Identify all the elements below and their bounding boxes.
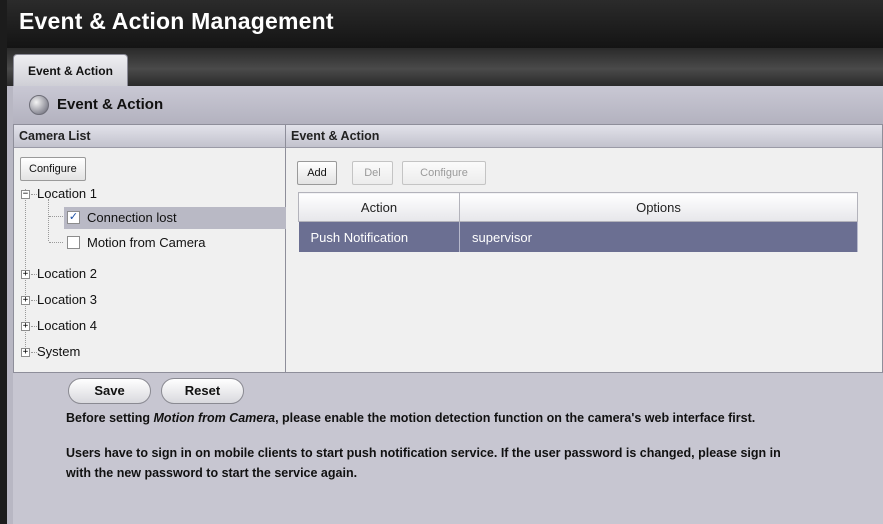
main-content: Event & Action Camera List Configure − L… (13, 86, 883, 524)
expand-icon[interactable]: + (21, 348, 30, 357)
action-configure-button[interactable]: Configure (402, 161, 486, 185)
app-window: Event & Action Management Event & Action… (7, 0, 883, 524)
table-cell-action: Push Notification (298, 221, 460, 252)
section-header: Event & Action (13, 86, 883, 124)
push-note-line-2: with the new password to start the servi… (66, 466, 358, 480)
column-header-action[interactable]: Action (298, 192, 460, 222)
tree-item-motion-from-camera[interactable]: Motion from Camera (87, 233, 205, 253)
save-button[interactable]: Save (68, 378, 151, 404)
collapse-icon[interactable]: − (21, 190, 30, 199)
connection-lost-checkbox[interactable]: ✓ (67, 211, 80, 224)
delete-button[interactable]: Del (352, 161, 393, 185)
table-header-row: Action Options (298, 192, 858, 222)
expand-icon[interactable]: + (21, 270, 30, 279)
tab-strip: Event & Action (7, 48, 883, 86)
motion-note-suffix: , please enable the motion detection fun… (275, 411, 756, 425)
camera-configure-button[interactable]: Configure (20, 157, 86, 181)
column-header-options[interactable]: Options (459, 192, 858, 222)
action-table: Action Options Push Notification supervi… (298, 192, 858, 252)
push-note-line-1: Users have to sign in on mobile clients … (66, 446, 781, 460)
app-title: Event & Action Management (19, 8, 334, 34)
motion-from-camera-checkbox[interactable] (67, 236, 80, 249)
tree-item-location-1[interactable]: Location 1 (37, 184, 97, 204)
tree-guide-line (49, 242, 63, 243)
tree-item-location-3[interactable]: Location 3 (37, 290, 97, 310)
motion-note: Before setting Motion from Camera, pleas… (66, 411, 755, 425)
table-cell-options: supervisor (459, 221, 858, 252)
event-action-icon (29, 95, 49, 115)
add-button[interactable]: Add (297, 161, 337, 185)
section-title: Event & Action (57, 96, 164, 113)
expand-icon[interactable]: + (21, 322, 30, 331)
event-action-header: Event & Action (286, 125, 882, 148)
camera-list-header: Camera List (14, 125, 285, 148)
table-row[interactable]: Push Notification supervisor (298, 221, 858, 252)
reset-button[interactable]: Reset (161, 378, 244, 404)
tree-guide-line (49, 216, 63, 217)
motion-note-emphasis: Motion from Camera (153, 411, 276, 425)
event-action-panel: Event & Action Add Del Configure Action … (286, 124, 883, 373)
tree-item-location-2[interactable]: Location 2 (37, 264, 97, 284)
tree-guide-line (48, 199, 49, 241)
tree-item-system[interactable]: System (37, 342, 80, 362)
tab-event-action[interactable]: Event & Action (13, 54, 128, 86)
expand-icon[interactable]: + (21, 296, 30, 305)
motion-note-prefix: Before setting (66, 411, 154, 425)
camera-list-panel: Camera List Configure − Location 1 ✓ Con… (13, 124, 286, 373)
title-bar: Event & Action Management (7, 0, 883, 48)
tree-item-location-4[interactable]: Location 4 (37, 316, 97, 336)
tree-item-connection-lost[interactable]: Connection lost (87, 208, 177, 228)
